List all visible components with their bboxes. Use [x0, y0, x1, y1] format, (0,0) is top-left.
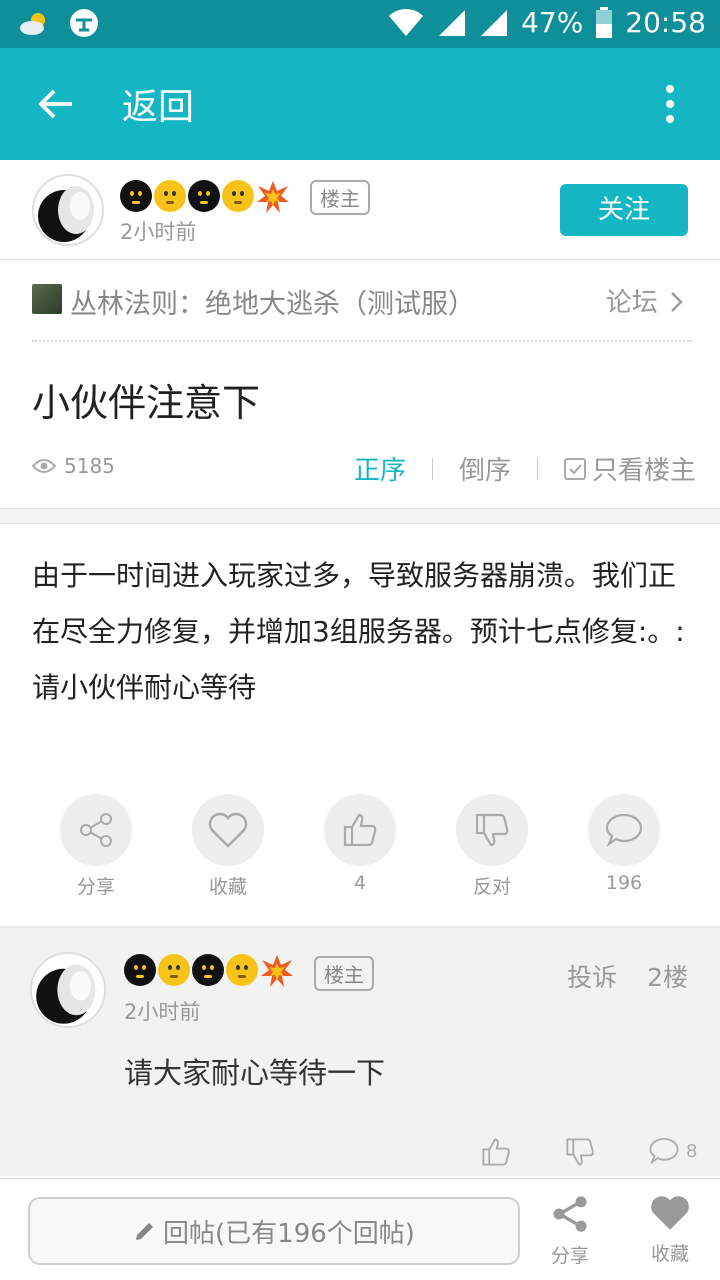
oppose-label: 反对 — [472, 876, 511, 898]
forum-name: 丛林法则：绝地大逃杀（测试服） — [70, 289, 475, 320]
reply-text: 请大家耐心等待一下 — [124, 1056, 386, 1090]
owner-only-toggle[interactable]: 只看楼主 — [563, 450, 696, 487]
favorite-button[interactable]: 收藏 — [192, 794, 264, 899]
view-count-value: 5185 — [64, 454, 115, 478]
bottom-favorite-label: 收藏 — [650, 1243, 689, 1265]
reply-author-name-emojis — [124, 954, 294, 988]
moon-face-dark-icon — [124, 954, 156, 986]
share-button[interactable]: 分享 — [60, 794, 132, 899]
bottom-bar: 回帖(已有196个回帖) 分享 收藏 — [0, 1178, 720, 1280]
owner-tag: 楼主 — [314, 956, 374, 991]
moon-face-dark-icon — [188, 180, 220, 212]
bottom-share-button[interactable]: 分享 — [538, 1193, 602, 1268]
reply-input[interactable]: 回帖(已有196个回帖) — [28, 1197, 520, 1265]
divider — [32, 340, 692, 342]
moon-face-yellow-icon — [154, 180, 186, 212]
checkbox-icon — [563, 457, 586, 480]
moon-face-yellow-icon — [222, 180, 254, 212]
back-label[interactable]: 返回 — [122, 78, 194, 130]
explosion-icon — [257, 181, 289, 213]
share-label: 分享 — [76, 876, 115, 898]
chevron-right-icon — [671, 292, 683, 312]
app-bar: 返回 — [0, 48, 720, 160]
wifi-icon — [389, 8, 424, 36]
owner-tag: 楼主 — [310, 180, 370, 215]
sort-controls: 正序 倒序 只看楼主 — [354, 450, 696, 487]
reply-oppose-button[interactable] — [564, 1136, 596, 1168]
like-count: 4 — [353, 872, 367, 894]
back-arrow-icon[interactable] — [36, 84, 76, 124]
reply-item: 楼主 2小时前 投诉 2楼 请大家耐心等待一下 8 — [0, 928, 720, 1176]
forum-link[interactable]: 论坛 — [606, 282, 684, 319]
reply-time: 2小时前 — [124, 1000, 201, 1024]
explosion-icon — [261, 955, 293, 987]
comment-count: 196 — [605, 872, 643, 894]
divider — [536, 457, 538, 480]
signal-icon — [439, 9, 466, 36]
moon-face-yellow-icon — [158, 954, 190, 986]
floor-number: 2楼 — [647, 963, 688, 992]
section-divider — [0, 508, 720, 524]
thumbs-down-icon — [475, 813, 509, 847]
forum-thumbnail — [32, 284, 62, 314]
moon-face-dark-icon — [192, 954, 224, 986]
reply-like-button[interactable] — [480, 1136, 512, 1168]
report-button[interactable]: 投诉 — [567, 963, 617, 992]
chat-app-icon — [70, 9, 98, 37]
thumbs-up-icon — [343, 813, 377, 847]
post-content: 由于一时间进入玩家过多，导致服务器崩溃。我们正在尽全力修复，并增加3组服务器。预… — [32, 559, 685, 704]
view-count: 5185 — [32, 454, 115, 478]
signal-icon — [481, 9, 508, 36]
battery-icon — [596, 6, 613, 38]
bottom-share-label: 分享 — [550, 1245, 589, 1267]
more-vert-icon[interactable] — [664, 84, 676, 124]
author-name-emojis — [120, 180, 290, 214]
reply-author-avatar[interactable] — [30, 952, 106, 1028]
thumbs-up-icon — [482, 1138, 510, 1166]
sort-ascending[interactable]: 正序 — [354, 450, 406, 487]
thumbs-down-icon — [566, 1138, 594, 1166]
reply-input-placeholder: 回帖(已有196个回帖) — [163, 1218, 415, 1249]
post-time: 2小时前 — [120, 220, 197, 244]
heart-icon — [651, 1196, 689, 1230]
share-icon — [80, 813, 112, 847]
like-button[interactable]: 4 — [324, 794, 396, 894]
divider — [431, 457, 433, 480]
comment-icon — [649, 1138, 679, 1165]
forum-row[interactable]: 丛林法则：绝地大逃杀（测试服） 论坛 — [0, 262, 720, 342]
author-avatar[interactable] — [32, 174, 104, 246]
forum-link-label: 论坛 — [605, 288, 658, 318]
bottom-favorite-button[interactable]: 收藏 — [638, 1193, 702, 1266]
post-actions: 分享 收藏 4 反对 196 — [0, 794, 720, 904]
share-icon — [553, 1196, 587, 1232]
battery-percent: 47% — [521, 6, 584, 39]
reply-meta: 投诉 2楼 — [567, 958, 688, 994]
owner-only-label: 只看楼主 — [591, 456, 696, 486]
heart-icon — [208, 812, 248, 848]
clock: 20:58 — [625, 6, 706, 39]
reply-comment-button[interactable]: 8 — [648, 1136, 697, 1166]
moon-face-dark-icon — [120, 180, 152, 212]
pencil-icon — [136, 1223, 154, 1240]
comment-button[interactable]: 196 — [588, 794, 660, 894]
favorite-label: 收藏 — [208, 876, 247, 898]
comment-icon — [605, 813, 643, 847]
moon-face-yellow-icon — [226, 954, 258, 986]
status-bar: 47% 20:58 — [0, 0, 720, 48]
post-title: 小伙伴注意下 — [32, 381, 261, 425]
oppose-button[interactable]: 反对 — [456, 794, 528, 899]
post-author-row: 楼主 2小时前 关注 — [0, 160, 720, 260]
weather-icon — [20, 13, 45, 35]
follow-button[interactable]: 关注 — [560, 184, 688, 236]
eye-icon — [32, 459, 56, 473]
sort-descending[interactable]: 倒序 — [459, 450, 511, 487]
reply-comment-count: 8 — [686, 1140, 698, 1162]
